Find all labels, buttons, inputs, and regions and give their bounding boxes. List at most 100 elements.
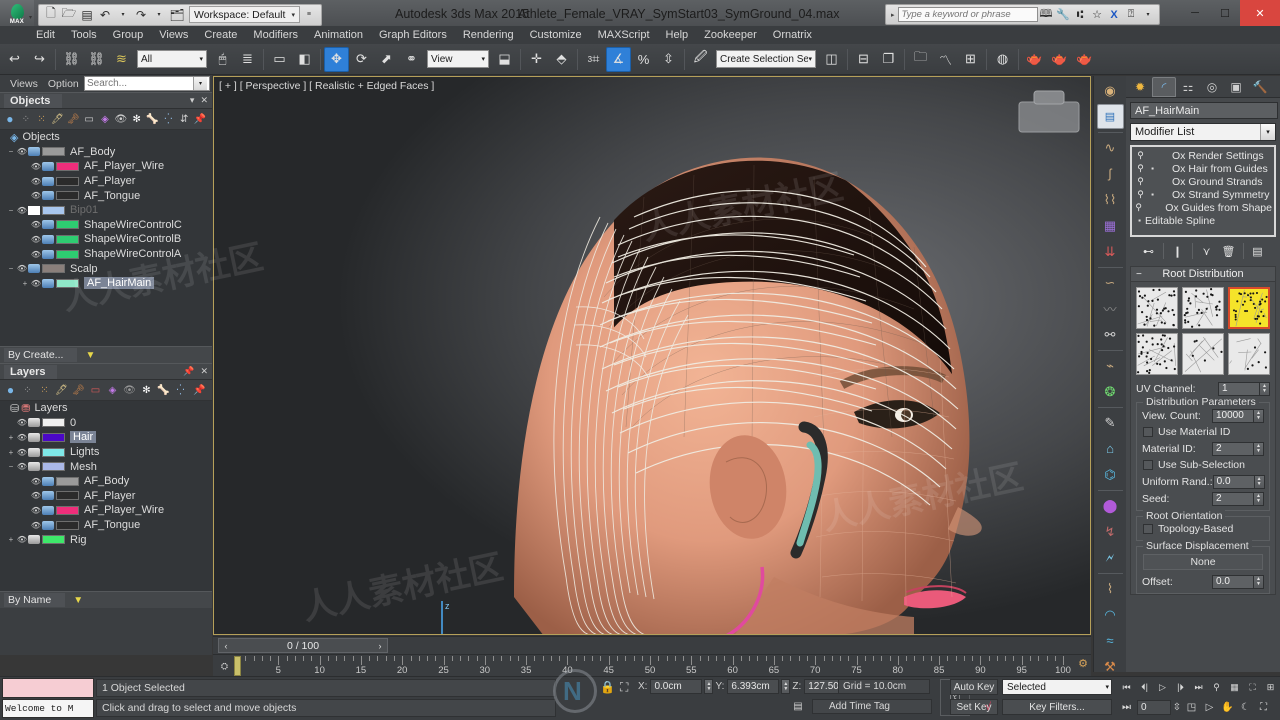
workspace-selector[interactable]: Workspace: Default ▾ (189, 6, 300, 23)
select-all-icon[interactable]: ● (3, 112, 17, 127)
render-production-button[interactable]: 🫖 (1072, 47, 1097, 72)
menu-item-ornatrix[interactable]: Ornatrix (773, 29, 812, 41)
pin-icon[interactable]: 📌 (193, 112, 207, 127)
tree-row[interactable]: 👁0 (0, 416, 212, 431)
tab-utilities[interactable]: 🔨 (1248, 77, 1272, 97)
tree-root-row[interactable]: ◈ Objects (0, 130, 212, 145)
color-swatch[interactable] (56, 220, 79, 229)
strand-animation-icon[interactable]: ≈ (1097, 628, 1124, 653)
visibility-eye-icon[interactable]: 👁 (30, 279, 42, 288)
time-slider[interactable]: ‹ 0 / 100 › (213, 637, 1091, 654)
strand-frizz-icon[interactable]: 〰 (1097, 296, 1124, 321)
menu-item-views[interactable]: Views (159, 29, 188, 41)
color-swatch[interactable] (42, 264, 65, 273)
coord-value-field[interactable]: 6.393cm (727, 679, 779, 694)
edit-named-selection-sets-button[interactable]: 🖉 (688, 47, 713, 72)
ornatrix-help-icon[interactable]: ◉ (1097, 78, 1124, 103)
redo-button[interactable]: ↪ (27, 47, 52, 72)
previous-frame-icon[interactable]: ‹ (219, 641, 233, 651)
visibility-eye-icon[interactable]: 👁 (30, 506, 42, 515)
viewport-label[interactable]: [ + ] [ Perspective ] [ Realistic + Edge… (219, 80, 434, 92)
distribution-mode-face-center[interactable] (1182, 333, 1224, 375)
use-pivot-point-center-button[interactable]: ⬓ (492, 47, 517, 72)
display-particles-icon[interactable]: ⁛ (161, 112, 175, 127)
new-file-icon[interactable]: 🗋 (42, 6, 60, 24)
color-swatch[interactable] (42, 535, 65, 544)
autodesk-360-icon[interactable]: X (1106, 6, 1123, 23)
seed-value[interactable]: 2 (1212, 492, 1254, 506)
display-helpers-icon[interactable]: ▭ (88, 383, 103, 398)
tab-motion[interactable]: ◎ (1200, 77, 1224, 97)
select-all-icon[interactable]: ● (3, 383, 18, 398)
workspace-menu-icon[interactable]: ≡ (300, 6, 318, 24)
spinner-arrows-icon[interactable]: ▲▼ (1254, 492, 1264, 506)
current-frame-field[interactable]: 0 (1137, 700, 1171, 715)
menu-item-modifiers[interactable]: Modifiers (253, 29, 298, 41)
select-none-icon[interactable]: ⁘ (19, 112, 33, 127)
project-folder-icon[interactable]: 🗂 (168, 6, 186, 24)
topology-based-row[interactable]: Topology-Based (1137, 521, 1269, 537)
window-crossing-toggle-button[interactable]: ◧ (292, 47, 317, 72)
curve-editor-button[interactable]: 〽 (933, 47, 958, 72)
select-object-button[interactable]: 🖱 (210, 47, 235, 72)
visibility-eye-icon[interactable]: 👁 (16, 418, 28, 427)
spinner-arrows-icon[interactable]: ▲▼ (781, 679, 790, 694)
uniform-rand-spinner[interactable]: 0.0 ▲▼ (1213, 475, 1265, 489)
distribution-mode-vertex[interactable] (1228, 333, 1270, 375)
ground-strands-icon[interactable]: ▦ (1097, 213, 1124, 238)
rollout-header[interactable]: − Root Distribution (1131, 267, 1275, 282)
tree-row[interactable]: +👁Rig (0, 532, 212, 547)
tab-display[interactable]: ▣ (1224, 77, 1248, 97)
time-slider-handle[interactable]: ‹ 0 / 100 › (218, 638, 388, 653)
tree-row[interactable]: 👁AF_Player (0, 489, 212, 504)
zoom-extents-all-icon[interactable]: ⛶ (1244, 679, 1261, 695)
expand-icon[interactable]: + (6, 448, 16, 457)
uv-channel-value[interactable]: 1 (1218, 382, 1260, 396)
color-swatch[interactable] (42, 147, 65, 156)
objects-tree[interactable]: ◈ Objects −👁AF_Body👁AF_Player_Wire👁AF_Pl… (0, 130, 212, 346)
create-layer-icon[interactable]: ⛁ (10, 402, 19, 415)
spinner-arrows-icon[interactable]: ▲▼ (1254, 409, 1264, 423)
display-cameras-icon[interactable]: 🗝 (71, 383, 86, 398)
offset-spinner[interactable]: 0.0 ▲▼ (1212, 575, 1264, 589)
field-of-view-icon[interactable]: ◳ (1183, 699, 1200, 715)
select-invert-icon[interactable]: ⁙ (37, 383, 52, 398)
maximize-viewport-toggle-icon[interactable]: ⊞ (1262, 679, 1279, 695)
time-tag-icon[interactable]: ▤ (790, 699, 806, 714)
favorites-star-icon[interactable]: ☆ (1089, 6, 1106, 23)
edit-guides-icon[interactable]: ✎ (1097, 410, 1124, 435)
material-id-value[interactable]: 2 (1212, 442, 1254, 456)
visibility-eye-icon[interactable]: 👁 (30, 177, 42, 186)
visibility-eye-icon[interactable]: 👁 (30, 220, 42, 229)
color-swatch[interactable] (42, 462, 65, 471)
tree-row[interactable]: −👁AF_Body (0, 145, 212, 160)
visibility-eye-icon[interactable]: 👁 (16, 535, 28, 544)
subobject-expand-icon[interactable]: ▪ (1147, 190, 1158, 199)
key-mode-selection-combo[interactable]: Selected ▾ (1002, 679, 1112, 695)
add-time-tag-button[interactable]: Add Time Tag (812, 699, 932, 714)
visibility-eye-icon[interactable]: 👁 (30, 235, 42, 244)
visibility-eye-icon[interactable]: 👁 (30, 250, 42, 259)
help-icon[interactable]: ⍰ (1123, 6, 1140, 23)
expand-icon[interactable]: + (6, 433, 16, 442)
select-and-place-button[interactable]: ⚭ (399, 47, 424, 72)
color-swatch[interactable] (42, 448, 65, 457)
color-swatch[interactable] (56, 477, 79, 486)
maximize-viewport-icon[interactable]: ⛶ (1255, 699, 1272, 715)
distribution-mode-uniform-grid[interactable] (1136, 287, 1178, 329)
modifier-enable-bulb-icon[interactable]: ⚲ (1134, 163, 1147, 174)
menu-item-maxscript[interactable]: MAXScript (598, 29, 650, 41)
go-to-end-icon[interactable]: ⏭ (1118, 699, 1135, 715)
mirror-button[interactable]: ◫ (819, 47, 844, 72)
hair-clump-icon[interactable]: ⌇ (1097, 576, 1124, 601)
select-and-link-button[interactable]: ⛓ (59, 47, 84, 72)
modifier-enable-bulb-icon[interactable]: ⚲ (1134, 202, 1143, 213)
menu-item-animation[interactable]: Animation (314, 29, 363, 41)
align-button[interactable]: ⊟ (851, 47, 876, 72)
color-swatch[interactable] (56, 162, 79, 171)
perspective-viewport[interactable]: [ + ] [ Perspective ] [ Realistic + Edge… (213, 76, 1091, 635)
ornatrix-list-icon[interactable]: ▤ (1097, 104, 1124, 129)
open-file-icon[interactable]: 🗁 (60, 6, 78, 24)
menu-item-customize[interactable]: Customize (530, 29, 582, 41)
collapse-icon[interactable]: − (6, 147, 16, 156)
